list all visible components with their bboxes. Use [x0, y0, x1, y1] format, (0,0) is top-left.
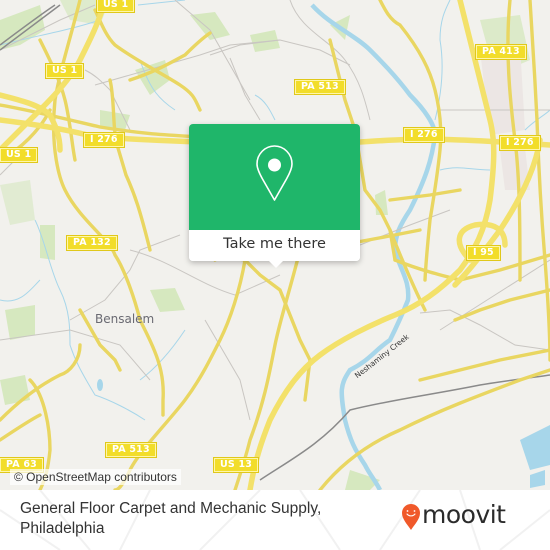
road-shield: PA 513: [105, 442, 157, 458]
map-attribution[interactable]: © OpenStreetMap contributors: [10, 469, 181, 485]
take-me-there-button[interactable]: Take me there: [189, 230, 360, 261]
map-pin-icon: [256, 145, 293, 201]
location-popup: Take me there: [189, 124, 360, 268]
moovit-pin-icon: [402, 504, 420, 530]
road-shield: I 95: [466, 245, 501, 261]
map[interactable]: US 1 US 1 US 1 I 276 PA 513 PA 413 I 276…: [0, 0, 550, 490]
road-shield: I 276: [403, 127, 445, 143]
road-shield: US 1: [0, 147, 39, 163]
road-shield: PA 513: [294, 79, 346, 95]
road-shield: US 1: [95, 0, 136, 13]
road-shield: US 13: [212, 457, 260, 473]
moovit-wordmark: moovit: [422, 500, 506, 529]
popup-pointer: [268, 260, 284, 268]
road-shield: PA 413: [475, 44, 527, 60]
place-name: General Floor Carpet and Mechanic Supply…: [20, 500, 322, 537]
footer: General Floor Carpet and Mechanic Supply…: [0, 490, 550, 550]
road-shield: PA 132: [66, 235, 118, 251]
road-shield: US 1: [44, 63, 85, 79]
road-shield: I 276: [83, 132, 125, 148]
place-label-bensalem: Bensalem: [95, 312, 155, 326]
road-shield: I 276: [499, 135, 541, 151]
popup-header: [189, 124, 360, 230]
